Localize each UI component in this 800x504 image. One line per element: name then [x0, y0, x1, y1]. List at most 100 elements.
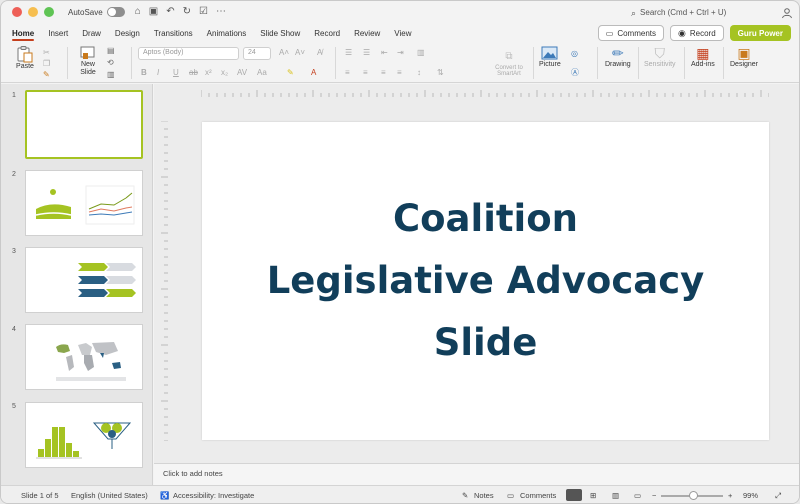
normal-view-icon[interactable]: [566, 489, 582, 501]
tab-transitions[interactable]: Transitions: [154, 26, 193, 41]
slide-thumbnail-3[interactable]: [25, 247, 143, 313]
notes-toggle-icon[interactable]: ✎: [462, 491, 468, 500]
align-right-icon[interactable]: ≡: [381, 68, 386, 77]
search-box[interactable]: ⌕ Search (Cmd + Ctrl + U): [631, 8, 726, 19]
tab-animations[interactable]: Animations: [207, 26, 247, 41]
tab-actions: ▭ Comments ◉ Record Guru Power: [597, 25, 791, 41]
tab-draw[interactable]: Draw: [82, 26, 101, 41]
tab-review[interactable]: Review: [354, 26, 380, 41]
zoom-in-icon[interactable]: +: [728, 491, 732, 500]
checklist-icon[interactable]: ☑: [199, 7, 208, 17]
superscript-icon[interactable]: x²: [205, 68, 212, 77]
accessibility-status[interactable]: Accessibility: Investigate: [173, 491, 254, 500]
copy-icon[interactable]: ❐: [43, 59, 50, 68]
accessibility-icon[interactable]: ♿: [160, 491, 169, 500]
convert-smartart-button[interactable]: ⧉ Convert to SmartArt: [490, 49, 528, 77]
minimize-window-button[interactable]: [28, 7, 38, 17]
change-case-icon[interactable]: Aa: [257, 68, 267, 77]
increase-font-icon[interactable]: A˄: [279, 48, 289, 57]
slide-title-line-2[interactable]: Legislative Advocacy: [267, 250, 705, 312]
slide-thumbnail-1[interactable]: [25, 90, 143, 159]
char-spacing-icon[interactable]: AV: [237, 68, 247, 77]
font-color-icon[interactable]: A: [311, 68, 316, 77]
sensitivity-button[interactable]: ⛉ Sensitivity: [644, 45, 676, 68]
zoom-out-icon[interactable]: −: [652, 491, 656, 500]
tab-design[interactable]: Design: [115, 26, 140, 41]
more-icon[interactable]: ⋯: [216, 7, 226, 17]
slide-thumbnail-2[interactable]: [25, 170, 143, 236]
tab-home[interactable]: Home: [12, 26, 35, 41]
comments-toggle-label[interactable]: Comments: [520, 491, 556, 500]
slide-thumbnail-5[interactable]: [25, 402, 143, 468]
paste-button[interactable]: Paste: [15, 45, 35, 70]
section-icon[interactable]: ▥: [107, 70, 115, 79]
zoom-slider-knob[interactable]: [689, 491, 698, 500]
comments-toggle-icon[interactable]: ▭: [507, 491, 514, 500]
shapes-icon[interactable]: ◎: [571, 49, 578, 58]
reading-view-icon[interactable]: ▥: [612, 491, 619, 500]
tab-record[interactable]: Record: [314, 26, 340, 41]
tab-insert[interactable]: Insert: [48, 26, 68, 41]
home-icon[interactable]: ⌂: [135, 7, 141, 17]
autosave-toggle[interactable]: [106, 7, 125, 17]
bullets-icon[interactable]: ☰: [345, 48, 352, 57]
slide-sorter-icon[interactable]: ⊞: [590, 491, 596, 500]
convert-smartart-label: Convert to SmartArt: [495, 65, 523, 77]
undo-icon[interactable]: ↶: [166, 7, 174, 17]
add-ins-button[interactable]: ▦ Add-ins: [691, 45, 715, 68]
font-name-field[interactable]: Aptos (Body): [138, 47, 239, 60]
clear-formatting-icon[interactable]: A̸: [317, 48, 322, 57]
highlight-icon[interactable]: ✎: [287, 68, 294, 77]
designer-button[interactable]: ▣ Designer: [730, 45, 758, 68]
redo-icon[interactable]: ↻: [183, 7, 191, 17]
tab-view[interactable]: View: [394, 26, 411, 41]
cut-icon[interactable]: ✂: [43, 48, 50, 57]
italic-icon[interactable]: I: [157, 68, 159, 77]
strikethrough-icon[interactable]: ab: [189, 68, 198, 77]
align-center-icon[interactable]: ≡: [363, 68, 368, 77]
drawing-button[interactable]: ✏ Drawing: [605, 45, 631, 68]
justify-icon[interactable]: ≡: [397, 68, 402, 77]
designer-label: Designer: [730, 61, 759, 68]
guru-power-button[interactable]: Guru Power: [729, 25, 791, 41]
autosave-label: AutoSave: [68, 7, 103, 17]
save-icon[interactable]: ▣: [149, 7, 158, 17]
text-direction-icon[interactable]: ⇅: [437, 68, 444, 77]
line-spacing-icon[interactable]: ↕: [417, 68, 421, 77]
subscript-icon[interactable]: x₂: [221, 68, 228, 77]
reset-icon[interactable]: ⟲: [107, 58, 114, 67]
horizontal-ruler: [201, 90, 769, 97]
slide-title-line-1[interactable]: Coalition: [393, 188, 578, 250]
outdent-icon[interactable]: ⇤: [381, 48, 388, 57]
tab-slide-show[interactable]: Slide Show: [260, 26, 300, 41]
record-button[interactable]: ◉ Record: [670, 25, 724, 41]
notes-toggle-label[interactable]: Notes: [474, 491, 494, 500]
paste-label: Paste: [16, 63, 34, 70]
fit-to-window-icon[interactable]: ⤢: [775, 491, 781, 501]
font-size-field[interactable]: 24: [243, 47, 271, 60]
bold-icon[interactable]: B: [141, 68, 147, 77]
indent-icon[interactable]: ⇥: [397, 48, 404, 57]
close-window-button[interactable]: [12, 7, 22, 17]
picture-button[interactable]: Picture: [539, 45, 561, 68]
slide-canvas[interactable]: Coalition Legislative Advocacy Slide: [202, 122, 769, 440]
comments-button[interactable]: ▭ Comments: [597, 25, 664, 41]
columns-icon[interactable]: ▥: [417, 48, 425, 57]
format-painter-icon[interactable]: ✎: [43, 70, 50, 79]
slide-title-line-3[interactable]: Slide: [434, 312, 538, 374]
layout-icon[interactable]: ▤: [107, 46, 115, 55]
slideshow-icon[interactable]: ▭: [634, 491, 641, 500]
account-icon[interactable]: [781, 7, 793, 19]
slide-thumbnail-4[interactable]: [25, 324, 143, 390]
numbering-icon[interactable]: ☰: [363, 48, 370, 57]
textbox-icon[interactable]: Ⓐ: [571, 67, 579, 78]
underline-icon[interactable]: U: [173, 68, 179, 77]
zoom-level[interactable]: 99%: [743, 491, 758, 500]
new-slide-button[interactable]: New Slide: [79, 45, 97, 77]
zoom-window-button[interactable]: [44, 7, 54, 17]
notes-pane[interactable]: Click to add notes: [154, 463, 799, 485]
decrease-font-icon[interactable]: A˅: [295, 48, 305, 57]
language-indicator[interactable]: English (United States): [71, 491, 148, 500]
align-left-icon[interactable]: ≡: [345, 68, 350, 77]
vertical-ruler: [161, 121, 168, 441]
